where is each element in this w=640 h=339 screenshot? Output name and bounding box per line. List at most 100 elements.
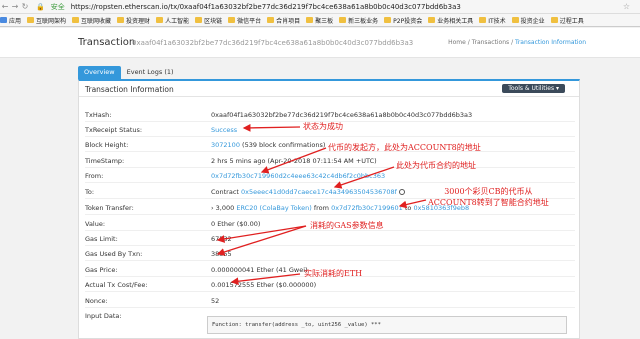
row-label: Nonce: <box>85 297 108 305</box>
check-circle-icon <box>398 189 405 195</box>
row-label: Actual Tx Cost/Fee: <box>85 281 148 289</box>
from-address-link[interactable]: 0x7d72fb30c719960d2c4eee63c42c4db6f2c0bb… <box>211 172 385 180</box>
folder-icon <box>267 17 275 23</box>
annotation-status: 状态为成功 <box>303 122 343 131</box>
folder-icon <box>479 17 487 23</box>
bookmark-item[interactable]: 微信平台 <box>228 16 261 25</box>
page-header: Transaction 0xaaf04f1a63032bf2be77dc36d2… <box>0 28 640 58</box>
row-label: Token Transfer: <box>85 204 134 212</box>
annotation-eth: 实际消耗的ETH <box>304 269 363 278</box>
security-label: 安全 <box>50 2 65 11</box>
url-field[interactable]: https://ropsten.etherscan.io/tx/0xaaf04f… <box>71 3 461 11</box>
folder-icon <box>117 17 125 23</box>
txhash-value: 0xaaf04f1a63032bf2be77dc36d219f7bc4ce638… <box>211 111 473 119</box>
folder-icon <box>384 17 392 23</box>
bookmark-item[interactable]: 区块链 <box>195 16 222 25</box>
row-label: Input Data: <box>85 312 122 320</box>
star-icon[interactable]: ☆ <box>623 2 630 11</box>
lock-icon: 🔒 <box>36 2 45 11</box>
folder-icon <box>27 17 35 23</box>
tab-bar: Overview Event Logs (1) <box>78 66 180 79</box>
bookmark-item[interactable]: 投资企业 <box>511 16 545 25</box>
annotation-from: 代币的发起方，此处为ACCOUNT8的地址 <box>328 143 481 152</box>
bookmark-item[interactable]: IT技术 <box>479 16 506 25</box>
row-label: From: <box>85 172 104 180</box>
folder-icon <box>339 17 347 23</box>
block-link[interactable]: 3072100 <box>211 141 240 149</box>
bookmark-item[interactable]: 投资理财 <box>117 16 150 25</box>
panel-title: Transaction Information <box>85 85 174 94</box>
row-gas-used: Gas Used By Txn: 38355 <box>85 249 575 261</box>
input-data-box[interactable]: Function: transfer(address _to, uint256 … <box>207 316 567 334</box>
folder-icon <box>72 17 80 23</box>
apps-icon <box>0 17 7 23</box>
page-title: Transaction <box>78 37 136 48</box>
tab-event-logs[interactable]: Event Logs (1) <box>120 66 180 79</box>
value-amount: 0 Ether ($0.00) <box>211 220 261 228</box>
folder-icon <box>228 17 236 23</box>
gas-used-value: 38355 <box>211 250 232 258</box>
back-icon[interactable]: ← <box>0 2 10 11</box>
bookmark-item[interactable]: 互联网架构 <box>27 16 66 25</box>
row-label: Block Height: <box>85 141 129 149</box>
row-from: From: 0x7d72fb30c719960d2c4eee63c42c4db6… <box>85 171 575 183</box>
transaction-panel: Transaction Information Tools & Utilitie… <box>78 79 580 339</box>
annotation-to: 此处为代币合约的地址 <box>396 161 476 170</box>
breadcrumb-home[interactable]: Home <box>448 39 466 46</box>
timestamp-value: 2 hrs 5 mins ago (Apr-20-2018 07:11:54 A… <box>211 157 377 165</box>
bookmark-item[interactable]: 互联网收藏 <box>72 16 111 25</box>
bookmark-item[interactable]: 应用 <box>0 16 21 25</box>
contract-address-link[interactable]: 0x5eeec41d0dd7caece17c4a34963504536708f <box>241 188 397 196</box>
breadcrumb-separator: / <box>511 39 514 46</box>
token-amount: › 3,000 <box>211 204 235 212</box>
reload-icon[interactable]: ↻ <box>20 2 30 11</box>
annotation-token-line1: 3000个彩贝CB的代币从 <box>444 187 533 196</box>
row-label: TimeStamp: <box>85 157 125 165</box>
bookmark-item[interactable]: P2P投资会 <box>384 16 422 25</box>
header-hash: 0xaaf04f1a63032bf2be77dc36d219f7bc4ce638… <box>132 39 414 47</box>
row-label: To: <box>85 188 95 196</box>
token-from-word: from <box>313 204 329 212</box>
row-label: TxReceipt Status: <box>85 126 143 134</box>
annotation-token: 3000个彩贝CB的代币从 ACCOUNT8转到了智能合约地址 <box>428 186 549 208</box>
folder-icon <box>195 17 203 23</box>
token-link[interactable]: ERC20 (ColaBay Token) <box>236 204 311 212</box>
block-confirmations: (539 block confirmations) <box>242 141 326 149</box>
gas-price-value: 0.000000041 Ether (41 Gwei) <box>211 266 308 274</box>
row-timestamp: TimeStamp: 2 hrs 5 mins ago (Apr-20-2018… <box>85 156 575 168</box>
contract-prefix: Contract <box>211 188 239 196</box>
panel-header: Transaction Information Tools & Utilitie… <box>79 81 579 97</box>
row-nonce: Nonce: 52 <box>85 296 575 308</box>
folder-icon <box>511 17 519 23</box>
bookmarks-bar: 应用 互联网架构 互联网收藏 投资理财 人工智能 区块链 微信平台 合肖项目 聚… <box>0 14 640 27</box>
status-value: Success <box>211 126 238 134</box>
breadcrumb-current: Transaction Information <box>515 39 586 46</box>
row-label: Gas Used By Txn: <box>85 250 143 258</box>
gas-limit-value: 67532 <box>211 235 232 243</box>
token-to-word: to <box>404 204 412 212</box>
bookmark-item[interactable]: 过程工具 <box>550 16 584 25</box>
nonce-value: 52 <box>211 297 220 305</box>
tab-overview[interactable]: Overview <box>78 66 121 79</box>
row-label: Gas Price: <box>85 266 118 274</box>
folder-icon <box>306 17 314 23</box>
row-label: TxHash: <box>85 111 112 119</box>
breadcrumb-transactions[interactable]: Transactions <box>472 39 509 46</box>
row-label: Value: <box>85 220 106 228</box>
folder-icon <box>156 17 164 23</box>
folder-icon <box>550 17 558 23</box>
bookmark-item[interactable]: 合肖项目 <box>267 16 300 25</box>
forward-icon[interactable]: → <box>10 2 20 11</box>
breadcrumb-separator: / <box>467 39 470 46</box>
bookmark-item[interactable]: 人工智能 <box>156 16 189 25</box>
folder-icon <box>428 17 436 23</box>
annotation-token-line2: ACCOUNT8转到了智能合约地址 <box>428 198 549 207</box>
address-bar: ← → ↻ 🔒 安全 https://ropsten.etherscan.io/… <box>0 0 640 14</box>
bookmark-item[interactable]: 聚三板 <box>306 16 333 25</box>
token-from-link[interactable]: 0x7d72fb30c7199601 <box>331 204 403 212</box>
bookmark-item[interactable]: 新三板业务 <box>339 16 378 25</box>
bookmark-item[interactable]: 业务相关工具 <box>428 16 473 25</box>
row-gas-limit: Gas Limit: 67532 <box>85 234 575 246</box>
tx-cost-value: 0.001572555 Ether ($0.000000) <box>211 281 317 289</box>
tools-utilities-button[interactable]: Tools & Utilities ▾ <box>502 84 565 93</box>
